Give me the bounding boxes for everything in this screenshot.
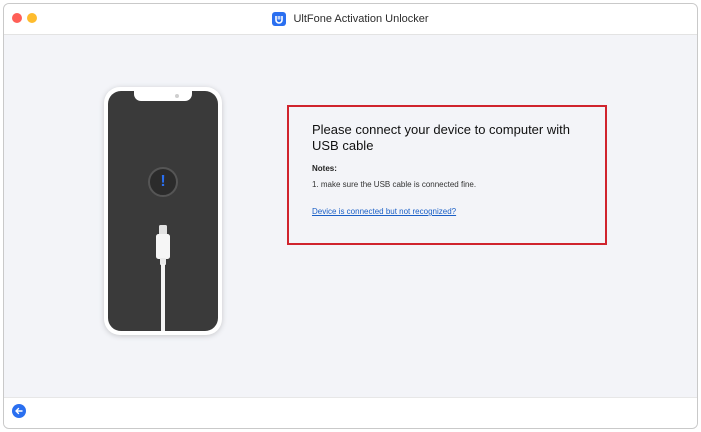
connect-heading: Please connect your device to computer w… bbox=[312, 122, 570, 153]
notes-title: Notes: bbox=[312, 164, 337, 173]
phone-notch bbox=[134, 91, 192, 101]
app-title: UltFone Activation Unlocker bbox=[272, 12, 429, 26]
phone-illustration: ! bbox=[104, 87, 222, 335]
title-bar: UltFone Activation Unlocker bbox=[4, 4, 697, 35]
not-recognized-link[interactable]: Device is connected but not recognized? bbox=[312, 207, 456, 216]
back-button[interactable] bbox=[12, 404, 26, 418]
minimize-window-button[interactable] bbox=[27, 13, 37, 23]
main-content: ! Please connect your device to computer… bbox=[4, 35, 697, 398]
instruction-panel: Please connect your device to computer w… bbox=[287, 105, 607, 245]
note-item: 1. make sure the USB cable is connected … bbox=[312, 180, 477, 189]
window-title: UltFone Activation Unlocker bbox=[293, 13, 429, 25]
instruction-content: Please connect your device to computer w… bbox=[312, 122, 585, 219]
bottom-bar bbox=[4, 397, 697, 428]
exclamation-icon: ! bbox=[148, 167, 178, 197]
camera-dot bbox=[175, 94, 179, 98]
ultfone-logo-icon bbox=[272, 12, 287, 26]
app-window: UltFone Activation Unlocker ! Please con… bbox=[3, 3, 698, 429]
back-arrow-icon bbox=[15, 407, 23, 415]
close-window-button[interactable] bbox=[12, 13, 22, 23]
phone-screen: ! bbox=[108, 91, 218, 331]
window-controls bbox=[12, 13, 37, 23]
usb-cable-icon bbox=[156, 225, 170, 331]
